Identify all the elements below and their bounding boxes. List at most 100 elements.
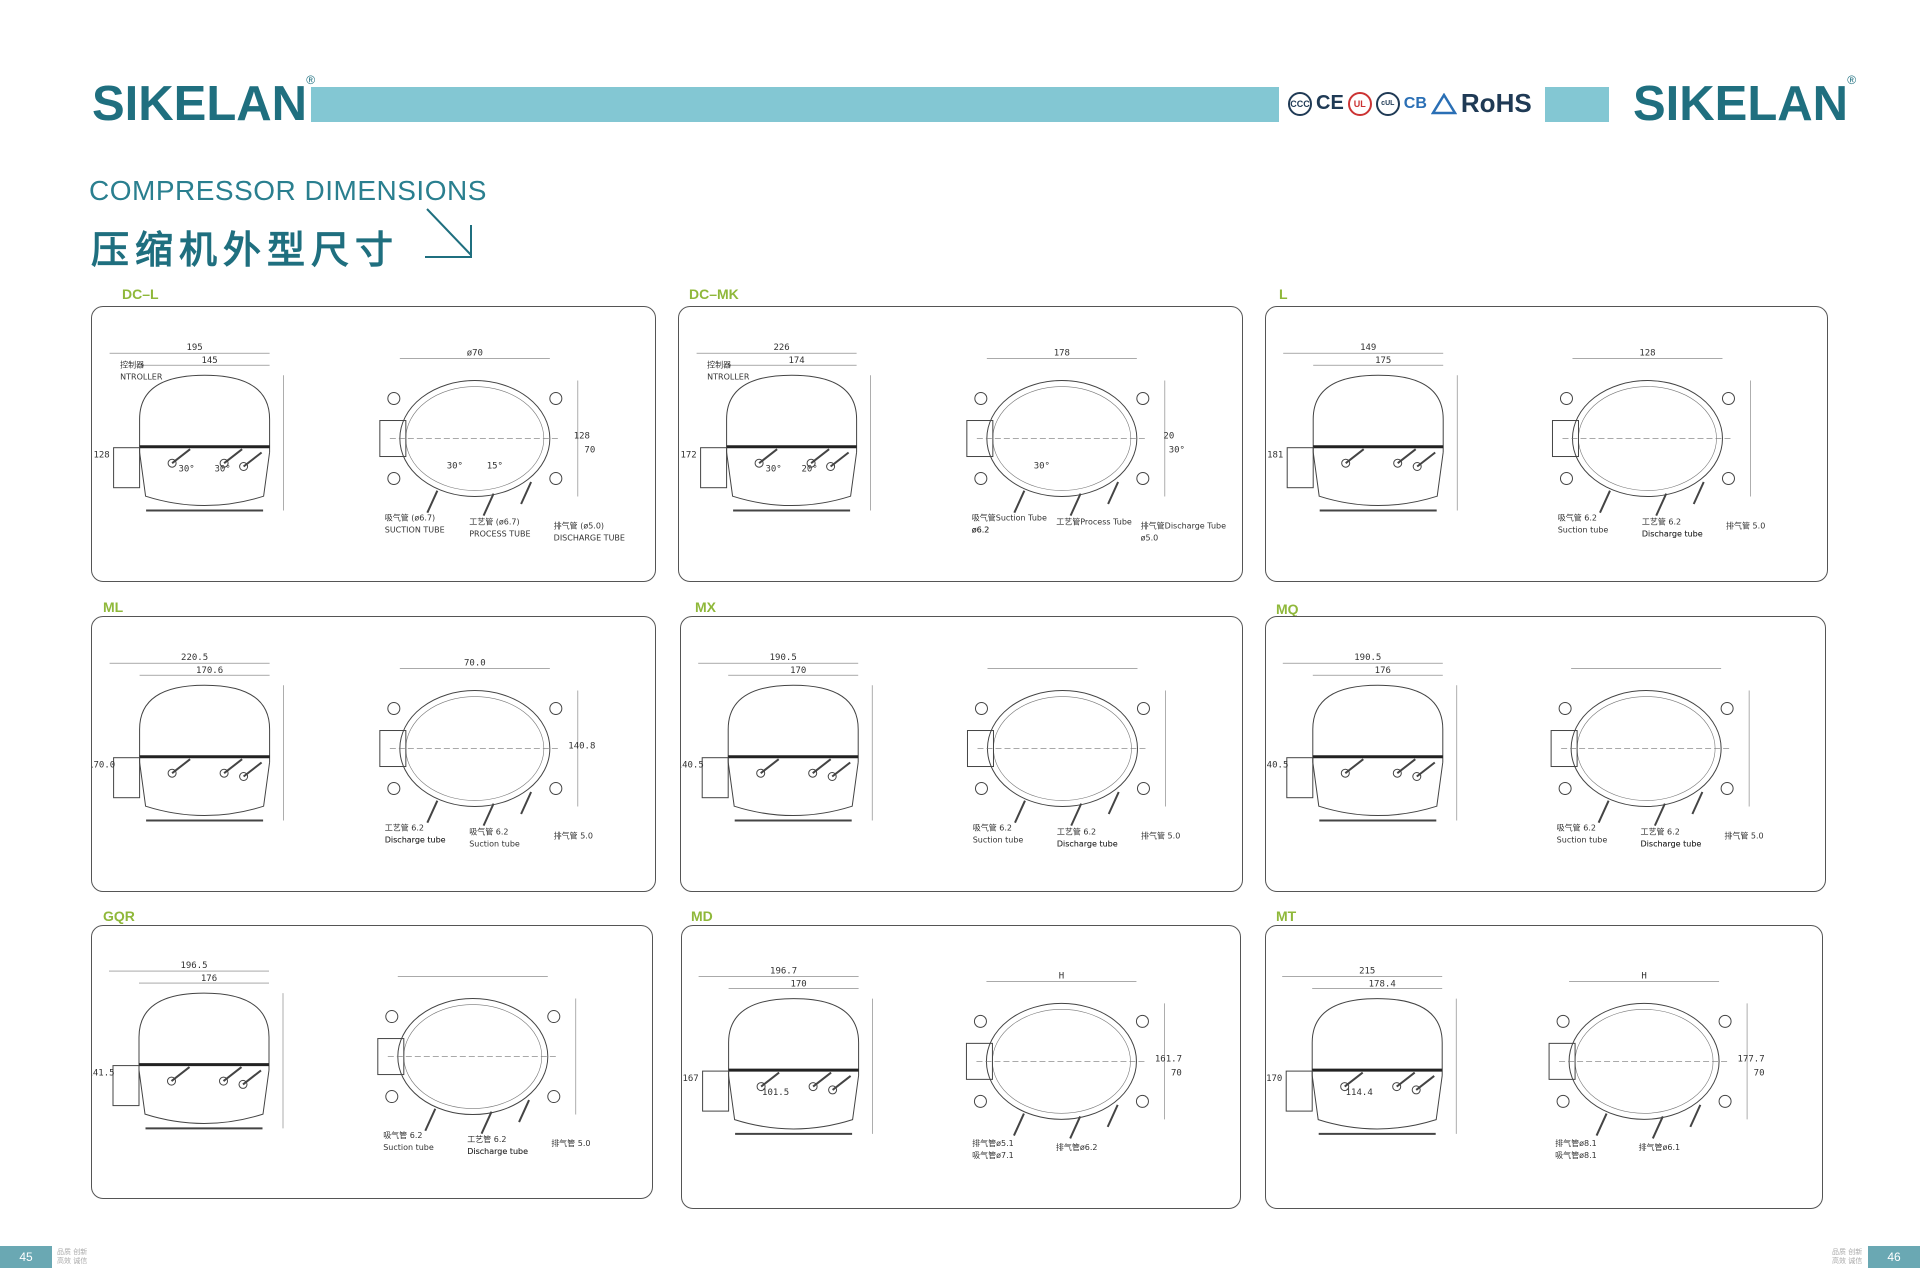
tube-stub [482, 493, 495, 517]
dimension-label: 128 [93, 451, 109, 461]
mounting-hole [1558, 782, 1572, 796]
tube [242, 1069, 262, 1086]
dimension-label: 170 [790, 980, 806, 990]
tube-annotation: 工艺管 6.2 [1057, 827, 1096, 837]
tube-annotation: 工艺管 6.2 [467, 1134, 506, 1144]
tube-annotation: 排气管Discharge Tube [1141, 521, 1226, 531]
side-view [1282, 976, 1457, 1135]
side-view [1283, 352, 1458, 512]
tube-stub [1107, 791, 1120, 815]
tube [1416, 451, 1436, 468]
tube-annotation: 吸气管 6.2 [1558, 513, 1597, 523]
tube [223, 758, 243, 774]
side-view [698, 662, 873, 822]
dimension-label: 30° [1034, 462, 1050, 472]
compressor-dome [1312, 684, 1444, 763]
terminal-box [1285, 1070, 1313, 1112]
top-view [966, 668, 1166, 827]
dimension-label: 101.5 [762, 1088, 789, 1098]
mounting-hole [387, 782, 401, 796]
mounting-hole [1556, 1014, 1570, 1028]
mounting-hole [973, 1094, 987, 1108]
top-view [1548, 981, 1748, 1139]
panel-label-dc-l: DC–L [122, 286, 159, 302]
footer-tagline-right-line1: 品质 创新 [1832, 1248, 1863, 1256]
technical-drawing: 220.5 170.6 170.0 70.0 140.8 工艺管 6.2 Discharge… [92, 653, 595, 849]
dimension-label: 30° [214, 465, 230, 475]
compressor-dome [727, 684, 859, 763]
dimension-label: 70 [1754, 1068, 1765, 1078]
panel-label-md: MD [691, 908, 713, 924]
tube-annotation: 工艺管 6.2 [1642, 517, 1681, 527]
dimension-label: 145 [201, 356, 217, 366]
tube-annotation: 排气管 5.0 [1726, 521, 1765, 531]
tube-annotation: 排气管ø6.1 [1639, 1142, 1681, 1152]
tube-annotation: 排气管 (ø5.0) [554, 521, 604, 531]
tube-annotation: ø5.0 [1141, 534, 1159, 543]
dimension-label: 140.5 [1266, 761, 1288, 771]
dimension-label: ø70 [467, 349, 483, 359]
panel-md: 196.7 170 167 H 161.7 70 101.5 排气管ø5.1 吸气管ø7.1 排气… [681, 925, 1241, 1209]
mounting-hole [1718, 1014, 1732, 1028]
tube [242, 451, 263, 468]
mounting-hole [549, 472, 563, 486]
mounting-hole [1136, 702, 1150, 716]
tube-annotation: Suction tube [973, 836, 1024, 845]
dimension-label: 114.4 [1346, 1088, 1373, 1098]
dimension-label: 30° [765, 465, 781, 475]
side-view [109, 662, 284, 822]
mounting-hole [974, 472, 988, 486]
certification-logos: CCC CE UL cUL CB RoHS [1288, 88, 1532, 119]
tube-annotation: Discharge tube [385, 836, 446, 845]
side-view [698, 976, 873, 1135]
tube-annotation: Suction tube [469, 840, 520, 849]
dimension-label: 190.5 [1354, 653, 1381, 663]
dimension-label: 178.4 [1369, 980, 1396, 990]
dimension-label: 20 [1163, 432, 1174, 442]
panel-mx: 190.5 170 140.5 吸气管 6.2 Suction tube 工艺管 6.2 D… [680, 616, 1243, 892]
tube-annotation: 工艺管 (ø6.7) [469, 517, 519, 527]
tube-stub [1107, 481, 1120, 505]
tube-stub [1069, 493, 1082, 517]
tube-stub [1691, 791, 1704, 815]
mounting-hole [1135, 1094, 1149, 1108]
tube-stub [518, 1099, 530, 1123]
compressor-dome [1312, 374, 1444, 453]
tube [1344, 1071, 1364, 1088]
tube-annotation: Suction tube [383, 1143, 434, 1152]
tube [760, 758, 780, 774]
footer-tagline-right: 品质 创新 高效 诚信 [1832, 1248, 1862, 1266]
tube-stub [1599, 490, 1611, 514]
mounting-hole [1720, 782, 1734, 796]
dimension-label: 30° [447, 462, 463, 472]
tube-stub [1655, 493, 1668, 517]
page-title-en: COMPRESSOR DIMENSIONS [89, 175, 487, 206]
dimension-label: 170.6 [196, 666, 223, 676]
tube-annotation: 控制器 [120, 359, 144, 369]
tube-annotation: Suction tube [1557, 836, 1608, 845]
tube-annotation: 吸气管 6.2 [469, 827, 508, 837]
tube [831, 1075, 852, 1091]
tube-annotation: 工艺管 6.2 [1641, 827, 1680, 837]
tube-annotation: PROCESS TUBE [469, 530, 530, 539]
tube-annotation: Suction tube [1558, 526, 1609, 535]
dimension-label: 140.5 [681, 761, 704, 771]
tube-annotation: Discharge tube [1641, 840, 1702, 849]
terminal-box [112, 1065, 140, 1107]
tube-stub [1070, 803, 1083, 827]
mounting-hole [387, 392, 401, 406]
terminal-box [113, 757, 141, 799]
dimension-label: 178 [1054, 349, 1070, 359]
dimension-label: 174 [788, 356, 804, 366]
tube-stub [520, 481, 533, 505]
mounting-hole [974, 392, 988, 406]
compressor-dome [728, 998, 860, 1076]
tube [222, 1066, 243, 1082]
dimension-label: H [1059, 971, 1064, 981]
dimension-label: 70.0 [464, 659, 486, 669]
dimension-label: 190.5 [770, 653, 797, 663]
technical-drawing: 190.5 170 140.5 吸气管 6.2 Suction tube 工艺管 6.2 D… [681, 653, 1180, 849]
tube [170, 1066, 191, 1082]
dimension-label: 170 [790, 666, 806, 676]
terminal-box [1286, 447, 1314, 489]
